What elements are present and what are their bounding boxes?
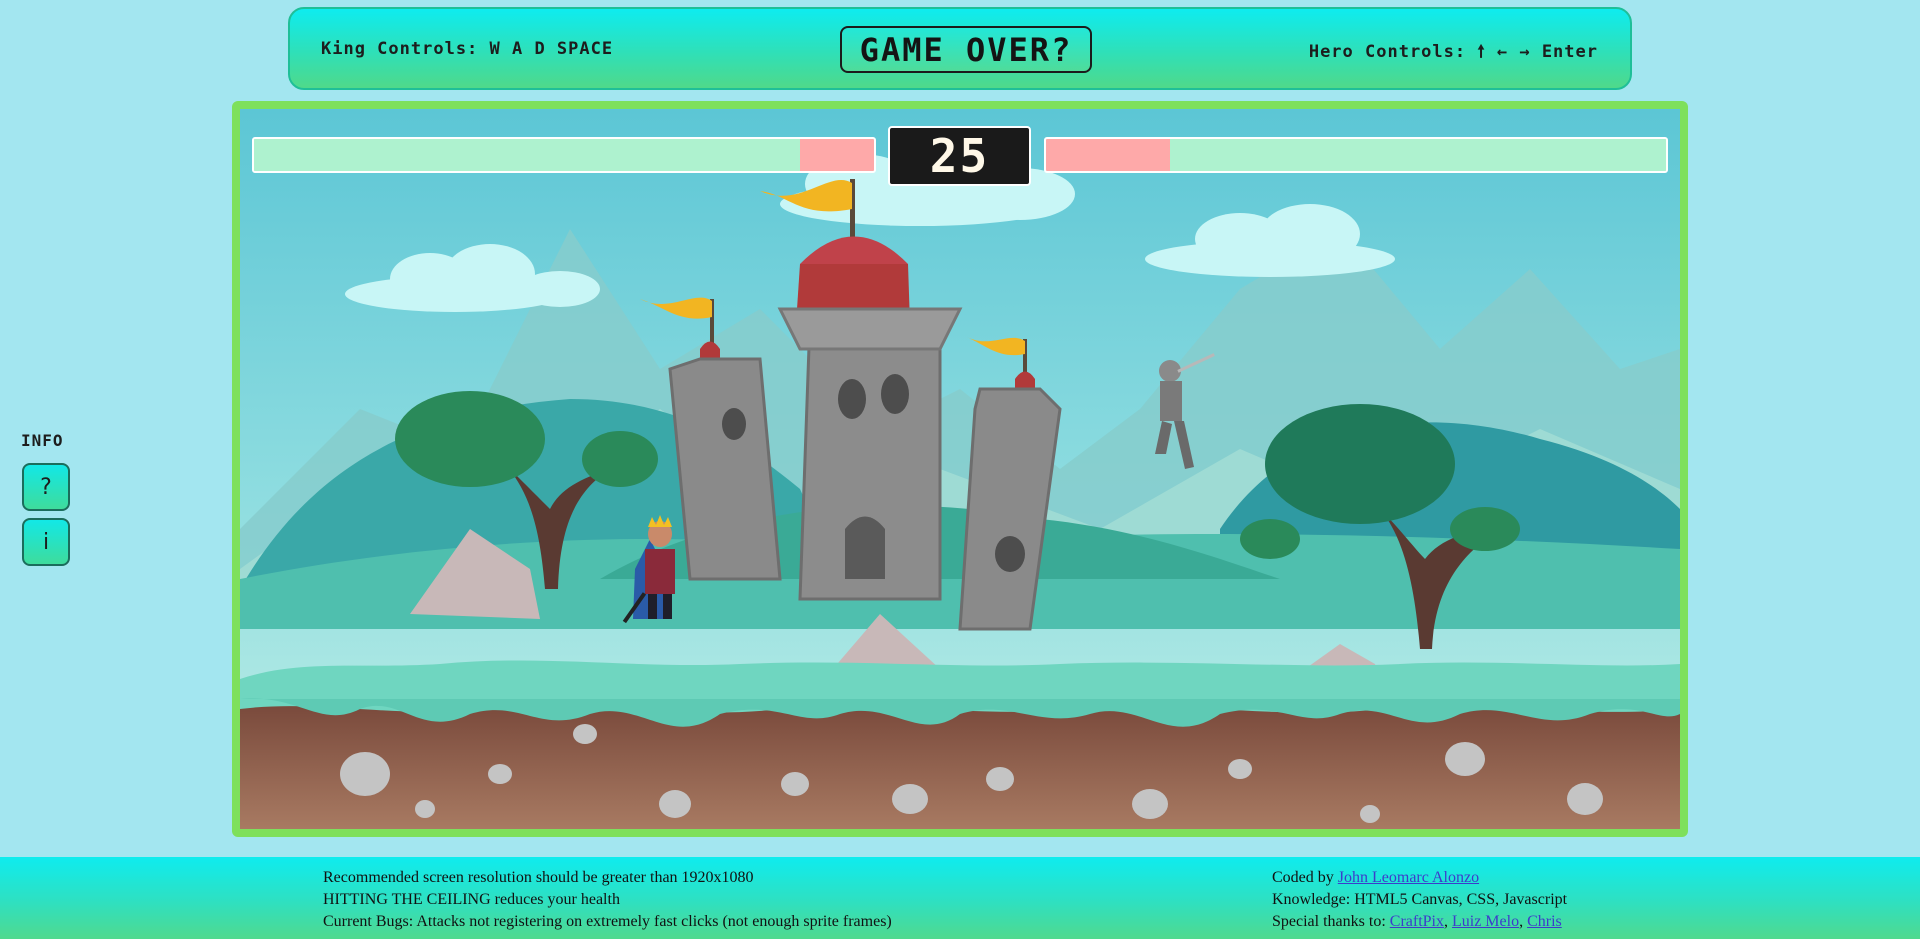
game-canvas[interactable]: 25 — [240, 109, 1680, 829]
author-link[interactable]: John Leomarc Alonzo — [1338, 869, 1479, 886]
king-controls-label: King Controls: W A D SPACE — [321, 39, 614, 59]
luiz-melo-link[interactable]: Luiz Melo — [1452, 913, 1519, 930]
game-header: King Controls: W A D SPACE GAME OVER? He… — [288, 7, 1632, 90]
info-button[interactable]: i — [22, 518, 70, 566]
round-timer: 25 — [888, 126, 1031, 186]
chris-link[interactable]: Chris — [1527, 913, 1562, 930]
king-health-bar — [252, 137, 876, 173]
page-footer: Recommended screen resolution should be … — [0, 857, 1920, 939]
resolution-note: Recommended screen resolution should be … — [323, 869, 754, 886]
footer-notes: Recommended screen resolution should be … — [323, 867, 892, 933]
thanks-separator: , — [1443, 913, 1452, 930]
knowledge-line: Knowledge: HTML5 Canvas, CSS, Javascript — [1272, 891, 1568, 908]
footer-credits: Coded by John Leomarc Alonzo Knowledge: … — [1272, 867, 1567, 933]
thanks-separator: , — [1519, 913, 1528, 930]
bugs-note: Current Bugs: Attacks not registering on… — [323, 913, 892, 930]
coded-by-prefix: Coded by — [1272, 869, 1338, 886]
hero-health-bar — [1044, 137, 1668, 173]
king-health-fill — [254, 139, 800, 171]
help-button[interactable]: ? — [22, 463, 70, 511]
hero-health-fill — [1170, 139, 1666, 171]
hero-controls-label: Hero Controls: 🠕 ← → Enter — [1308, 42, 1598, 62]
game-over-button[interactable]: GAME OVER? — [840, 26, 1092, 73]
thanks-prefix: Special thanks to: — [1272, 913, 1390, 930]
background-scene — [240, 109, 1680, 829]
info-title: INFO — [21, 431, 64, 450]
ceiling-note: HITTING THE CEILING reduces your health — [323, 891, 620, 908]
thanks-line: Special thanks to: CraftPix, Luiz Melo, … — [1272, 911, 1567, 933]
coded-by-line: Coded by John Leomarc Alonzo — [1272, 867, 1567, 889]
craftpix-link[interactable]: CraftPix — [1390, 913, 1444, 930]
